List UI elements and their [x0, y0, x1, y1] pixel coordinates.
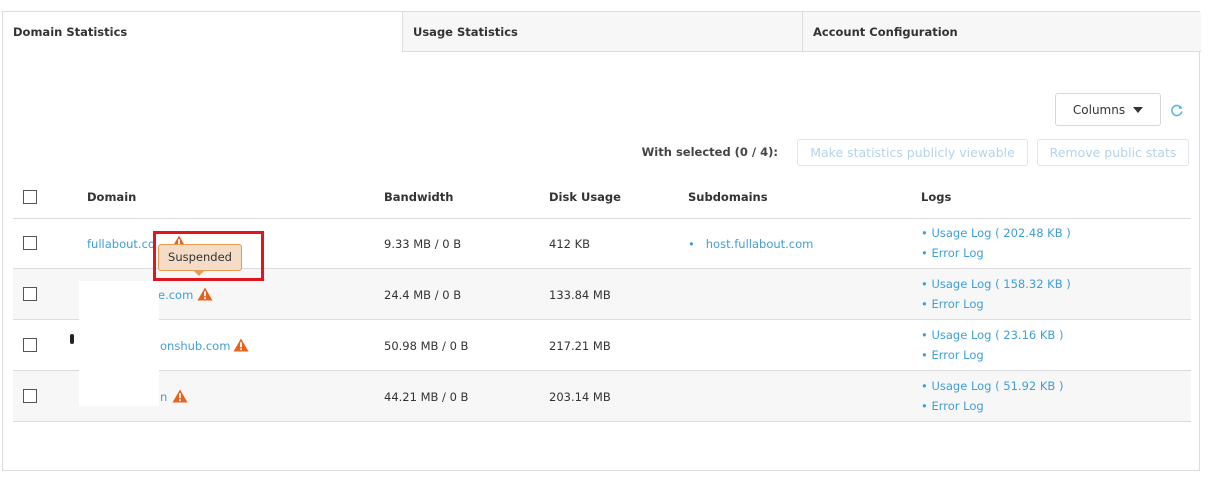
columns-label: Columns	[1072, 102, 1126, 117]
domain-link[interactable]: n	[160, 390, 167, 404]
error-log-item[interactable]: • Error Log	[921, 297, 984, 311]
disk-usage-value: 217.21 MB	[549, 339, 611, 353]
bandwidth-value: 50.98 MB / 0 B	[384, 339, 469, 353]
make-statistics-public-button[interactable]: Make statistics publicly viewable	[797, 139, 1028, 166]
error-log-item[interactable]: • Error Log	[921, 246, 984, 260]
tab-account-configuration[interactable]: Account Configuration	[802, 12, 1201, 52]
bandwidth-value: 9.33 MB / 0 B	[384, 237, 462, 251]
usage-log-item[interactable]: • Usage Log ( 23.16 KB )	[921, 328, 1063, 342]
disk-usage-value: 412 KB	[549, 237, 591, 251]
row-checkbox[interactable]	[23, 236, 37, 250]
error-log-item[interactable]: • Error Log	[921, 399, 984, 413]
columns-dropdown-button[interactable]: Columns	[1055, 93, 1161, 126]
error-log-link[interactable]: Error Log	[931, 348, 983, 362]
usage-log-link[interactable]: Usage Log ( 158.32 KB )	[931, 277, 1070, 291]
header-logs[interactable]: Logs	[921, 190, 951, 204]
tab-bar: Domain Statistics Usage Statistics Accou…	[3, 12, 1201, 52]
header-disk-usage[interactable]: Disk Usage	[549, 190, 621, 204]
usage-log-link[interactable]: Usage Log ( 23.16 KB )	[931, 328, 1063, 342]
error-log-item[interactable]: • Error Log	[921, 348, 984, 362]
table-header: Domain Bandwidth Disk Usage Subdomains L…	[13, 177, 1191, 219]
select-all-checkbox[interactable]	[23, 190, 37, 204]
header-domain[interactable]: Domain	[87, 190, 136, 204]
usage-log-item[interactable]: • Usage Log ( 158.32 KB )	[921, 277, 1071, 291]
domain-link[interactable]: onshub.com	[160, 339, 230, 353]
caret-down-icon	[1133, 106, 1144, 113]
disk-usage-value: 203.14 MB	[549, 390, 611, 404]
usage-log-link[interactable]: Usage Log ( 51.92 KB )	[931, 379, 1063, 393]
disk-usage-value: 133.84 MB	[549, 288, 611, 302]
warning-triangle-icon[interactable]	[172, 389, 188, 403]
bandwidth-value: 44.21 MB / 0 B	[384, 390, 469, 404]
domain-link[interactable]: e.com	[158, 288, 193, 302]
annotation-highlight-box	[153, 231, 264, 281]
refresh-icon[interactable]	[1170, 103, 1184, 117]
bandwidth-value: 24.4 MB / 0 B	[384, 288, 462, 302]
remove-public-stats-button[interactable]: Remove public stats	[1037, 139, 1189, 166]
tab-domain-statistics[interactable]: Domain Statistics	[3, 12, 402, 52]
header-subdomains[interactable]: Subdomains	[688, 190, 768, 204]
table-row: onshub.com 50.98 MB / 0 B 217.21 MB • Us…	[13, 320, 1191, 371]
error-log-link[interactable]: Error Log	[931, 246, 983, 260]
row-checkbox[interactable]	[23, 389, 37, 403]
error-log-link[interactable]: Error Log	[931, 297, 983, 311]
domain-link[interactable]: fullabout.co	[87, 237, 155, 251]
redaction-mark	[70, 334, 74, 344]
redaction-box	[79, 281, 159, 406]
usage-log-item[interactable]: • Usage Log ( 202.48 KB )	[921, 226, 1071, 240]
subdomain-link[interactable]: host.fullabout.com	[706, 237, 814, 251]
row-checkbox[interactable]	[23, 338, 37, 352]
row-checkbox[interactable]	[23, 287, 37, 301]
header-bandwidth[interactable]: Bandwidth	[384, 190, 453, 204]
table-row: n 44.21 MB / 0 B 203.14 MB • Usage Log (…	[13, 371, 1191, 422]
warning-triangle-icon[interactable]	[233, 338, 249, 352]
usage-log-item[interactable]: • Usage Log ( 51.92 KB )	[921, 379, 1063, 393]
tab-usage-statistics[interactable]: Usage Statistics	[402, 12, 802, 52]
warning-triangle-icon[interactable]	[197, 287, 213, 301]
with-selected-label: With selected (0 / 4):	[641, 145, 778, 159]
error-log-link[interactable]: Error Log	[931, 399, 983, 413]
bullet-icon: •	[688, 237, 695, 251]
subdomain-item: • host.fullabout.com	[688, 237, 813, 251]
usage-log-link[interactable]: Usage Log ( 202.48 KB )	[931, 226, 1070, 240]
